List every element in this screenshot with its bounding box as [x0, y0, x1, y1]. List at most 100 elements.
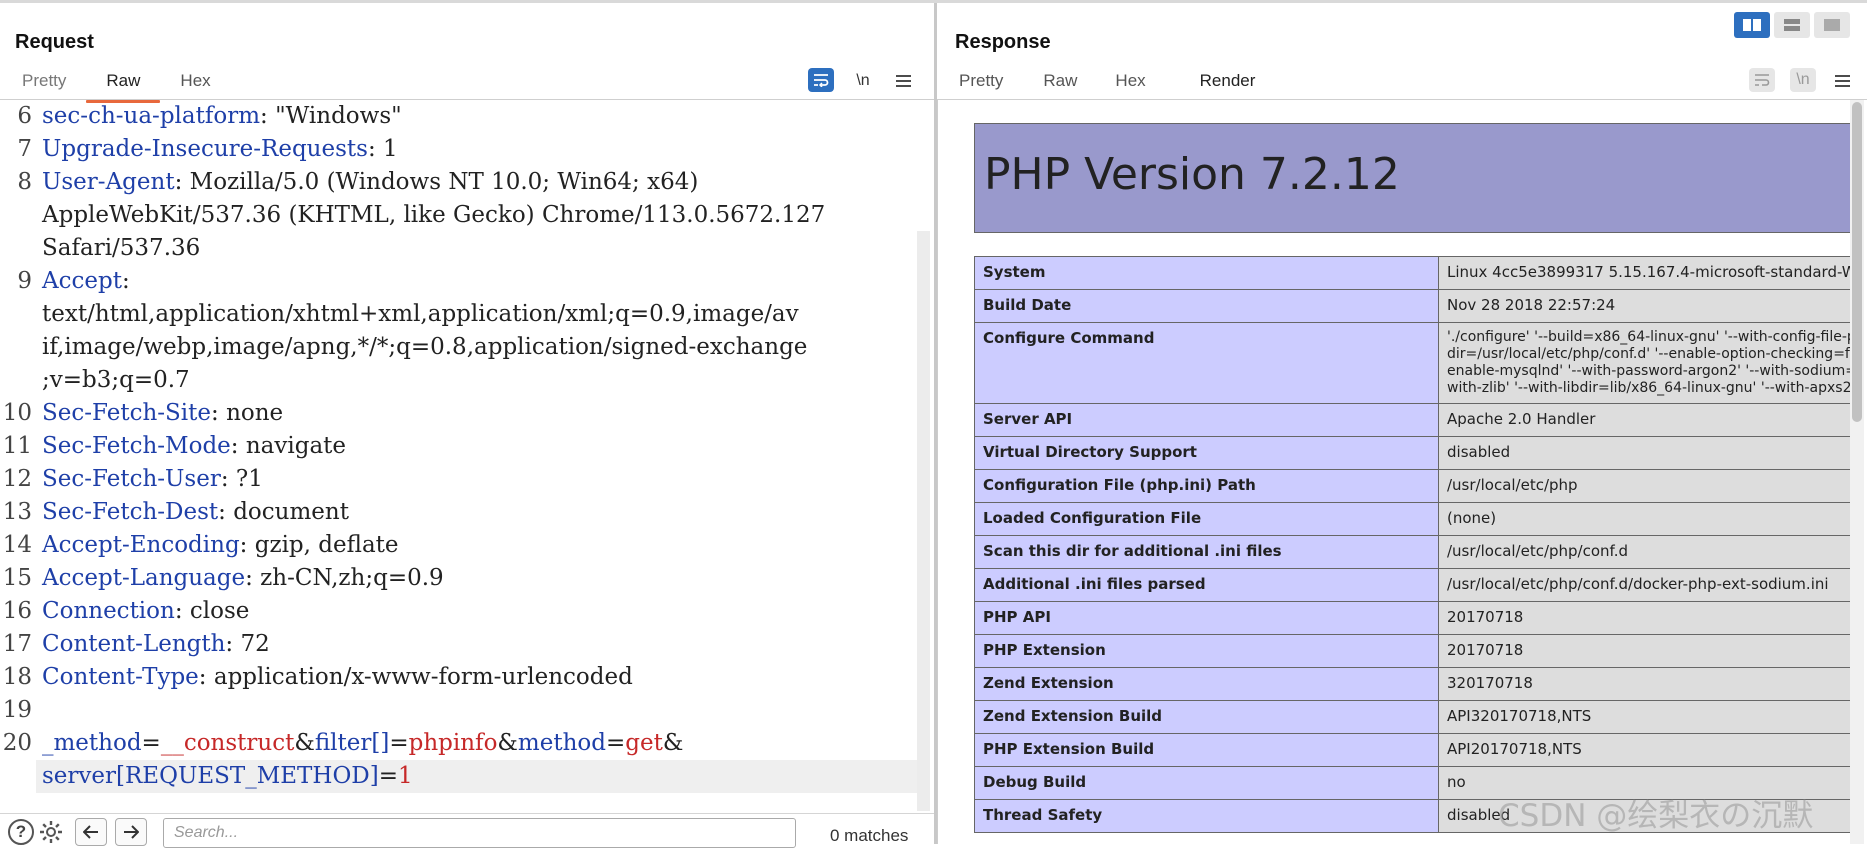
search-bar: ? 0 matches	[0, 813, 934, 848]
stacked-layout-icon[interactable]	[1774, 12, 1810, 38]
header-value: none	[226, 400, 284, 426]
header-value: document	[233, 499, 349, 525]
phpinfo-key: Thread Safety	[974, 799, 1439, 833]
body-token: method	[517, 730, 606, 756]
body-token: &	[294, 730, 315, 756]
code-line: Accept-Encoding: gzip, deflate	[42, 532, 399, 558]
header-value: ?1	[235, 466, 263, 492]
request-raw-editor[interactable]: Sec-Ch-Ua-Mobile: ?0 6789101112131415161…	[0, 100, 917, 812]
line-number: 18	[2, 664, 32, 690]
code-line: Sec-Fetch-Mode: navigate	[42, 433, 347, 459]
line-number: 14	[2, 532, 32, 558]
phpinfo-value: 20170718	[1438, 601, 1851, 635]
phpinfo-row: Configure Command './configure' '--build=…	[974, 322, 1851, 404]
header-name: Accept	[42, 268, 122, 294]
line-number-gutter: 6 7 8 9 10 11 12 13 14 15 16 17 18 19 20	[0, 100, 36, 812]
phpinfo-value: API320170718,NTS	[1438, 700, 1851, 734]
header-name: sec-ch-ua-platform	[42, 103, 261, 129]
phpinfo-row: PHP Extension Build API20170718,NTS	[974, 733, 1851, 767]
phpinfo-key: Server API	[974, 403, 1439, 437]
code-line-continuation: AppleWebKit/537.36 (KHTML, like Gecko) C…	[42, 202, 826, 228]
line-number: 9	[17, 268, 32, 294]
help-icon[interactable]: ?	[8, 819, 34, 845]
code-line: Content-Type: application/x-www-form-url…	[42, 664, 633, 690]
code-line: Sec-Fetch-Dest: document	[42, 499, 349, 525]
next-match-button[interactable]	[115, 818, 147, 846]
side-by-side-layout-icon[interactable]	[1734, 12, 1770, 38]
editor-scrollbar[interactable]	[917, 231, 930, 811]
phpinfo-row: Zend Extension 320170718	[974, 667, 1851, 701]
phpinfo-key: Scan this dir for additional .ini files	[974, 535, 1439, 569]
phpinfo-value: /usr/local/etc/php	[1438, 469, 1851, 503]
response-tab-pretty[interactable]: Pretty	[939, 71, 1023, 97]
response-tab-raw[interactable]: Raw	[1023, 71, 1103, 97]
response-tab-hex[interactable]: Hex	[1103, 71, 1165, 97]
phpinfo-row: Additional .ini files parsed/usr/local/e…	[974, 568, 1851, 602]
phpinfo-value: Apache 2.0 Handler	[1438, 403, 1851, 437]
phpinfo-row: Scan this dir for additional .ini files /…	[974, 535, 1851, 569]
request-pane: Request Pretty Raw Hex \n Sec-Ch-Ua-Mobi…	[0, 3, 934, 848]
phpinfo-key: Additional .ini files parsed	[974, 568, 1439, 602]
code-line: _method=__construct&filter[]=phpinfo&met…	[42, 727, 683, 760]
phpinfo-value: Nov 28 2018 22:57:24	[1438, 289, 1851, 323]
phpinfo-key: System	[974, 256, 1439, 290]
show-newlines-button[interactable]: \n	[1790, 68, 1816, 92]
hamburger-menu-icon[interactable]	[889, 68, 917, 94]
request-title: Request	[15, 31, 94, 53]
header-name: Sec-Fetch-User	[42, 466, 221, 492]
phpinfo-value: (none)	[1438, 502, 1851, 536]
response-tab-render[interactable]: Render	[1179, 71, 1276, 103]
code-line-continuation: Safari/537.36	[42, 235, 201, 261]
phpinfo-row: Zend Extension Build API320170718,NTS	[974, 700, 1851, 734]
phpinfo-header: PHP Version 7.2.12	[974, 123, 1851, 233]
phpinfo-value: API20170718,NTS	[1438, 733, 1851, 767]
request-tab-hex[interactable]: Hex	[160, 71, 230, 97]
body-token: __construct	[160, 730, 295, 756]
phpinfo-key: Configuration File (php.ini) Path	[974, 469, 1439, 503]
header-name: Sec-Fetch-Mode	[42, 433, 231, 459]
line-number: 20	[2, 730, 32, 756]
code-line: Sec-Fetch-User: ?1	[42, 466, 263, 492]
header-value: 72	[240, 631, 270, 657]
render-scrollbar-thumb[interactable]	[1852, 102, 1862, 422]
code-line-continuation: text/html,application/xhtml+xml,applicat…	[42, 301, 799, 327]
phpinfo-key: Build Date	[974, 289, 1439, 323]
code-line: sec-ch-ua-platform: "Windows"	[42, 103, 402, 129]
header-name: User-Agent	[42, 169, 175, 195]
line-number: 8	[17, 169, 32, 195]
code-line: Content-Length: 72	[42, 631, 270, 657]
show-newlines-button[interactable]: \n	[849, 68, 877, 94]
phpinfo-key: PHP API	[974, 601, 1439, 635]
hamburger-menu-icon[interactable]	[1828, 68, 1856, 94]
request-tab-raw[interactable]: Raw	[86, 71, 161, 103]
phpinfo-key: PHP Extension	[974, 634, 1439, 668]
line-number: 13	[2, 499, 32, 525]
request-tab-pretty[interactable]: Pretty	[2, 71, 86, 97]
response-tabs: Pretty Raw Hex Render	[939, 71, 1276, 103]
header-value: Mozilla/5.0 (Windows NT 10.0; Win64; x64…	[189, 169, 699, 195]
header-name: Connection	[42, 598, 175, 624]
header-value: gzip, deflate	[254, 532, 399, 558]
phpinfo-row: Configuration File (php.ini) Path/usr/lo…	[974, 469, 1851, 503]
header-name: Upgrade-Insecure-Requests	[42, 136, 368, 162]
watermark: CSDN @绘梨衣の沉默	[1498, 798, 1814, 834]
request-tabs: Pretty Raw Hex	[2, 71, 231, 103]
line-number: 6	[17, 103, 32, 129]
code-line: Sec-Fetch-Site: none	[42, 400, 284, 426]
match-count: 0 matches	[830, 826, 909, 845]
phpinfo-key: Zend Extension Build	[974, 700, 1439, 734]
previous-match-button[interactable]	[75, 818, 107, 846]
tabbed-layout-icon[interactable]	[1814, 12, 1850, 38]
body-token: get	[625, 730, 663, 756]
text-wrap-icon[interactable]	[808, 68, 834, 92]
rendered-response: PHP Version 7.2.12 System Linux 4cc5e3899…	[937, 100, 1851, 844]
phpinfo-value: 320170718	[1438, 667, 1851, 701]
line-number: 19	[2, 697, 32, 723]
body-token: =	[378, 763, 399, 789]
header-name: Sec-Fetch-Dest	[42, 499, 219, 525]
text-wrap-icon[interactable]	[1749, 68, 1775, 92]
settings-gear-icon[interactable]	[38, 819, 64, 845]
response-pane: Response Pretty Raw Hex Render \n PHP Ve…	[937, 3, 1867, 844]
body-token: server[REQUEST_METHOD]	[42, 763, 379, 789]
body-token: phpinfo	[408, 730, 498, 756]
